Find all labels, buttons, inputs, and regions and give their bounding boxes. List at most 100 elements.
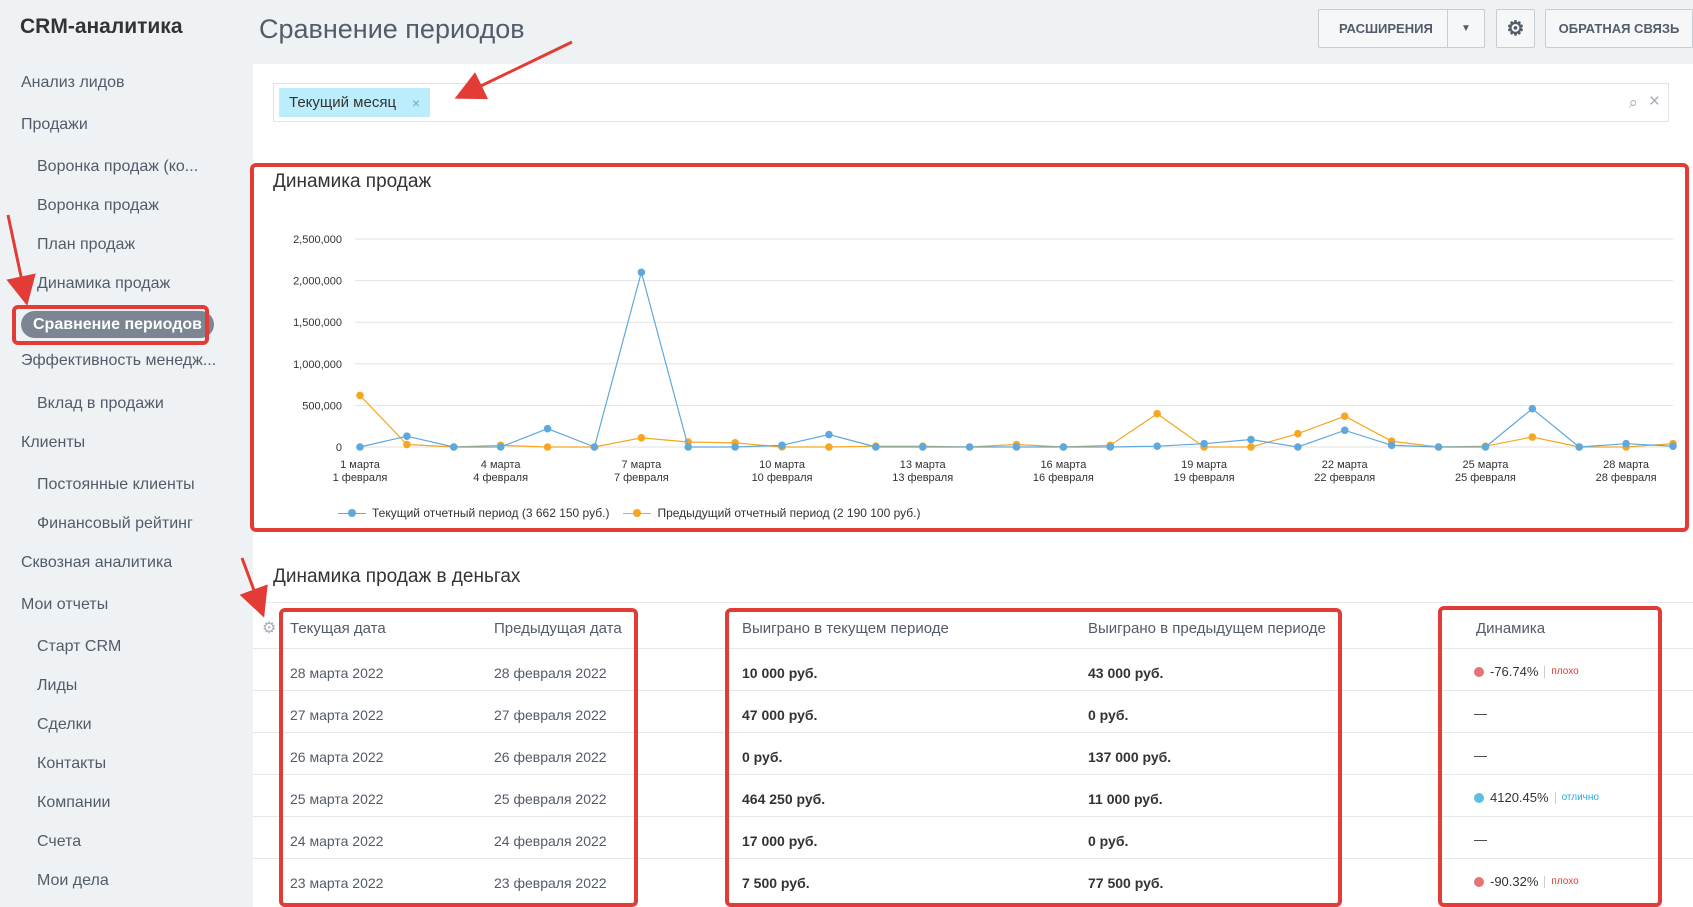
dynamics-value: 4120.45% bbox=[1490, 790, 1549, 805]
x-tick-label-current: 10 марта bbox=[759, 459, 806, 471]
data-point-0 bbox=[1247, 435, 1255, 444]
sidebar-item-4[interactable]: План продаж bbox=[37, 236, 227, 254]
table-settings-gear-icon[interactable]: ⚙ bbox=[262, 618, 276, 638]
data-point-0 bbox=[918, 443, 927, 451]
data-point-0 bbox=[1575, 443, 1584, 451]
y-tick-label: 1,000,000 bbox=[293, 359, 342, 371]
filter-tag[interactable]: Текущий месяц × bbox=[279, 88, 431, 117]
data-point-0 bbox=[778, 441, 786, 450]
x-tick-label-previous: 28 февраля bbox=[1596, 472, 1657, 484]
data-point-0 bbox=[356, 443, 364, 451]
cell-previous-date: 23 февраля 2022 bbox=[494, 875, 607, 891]
close-icon[interactable]: × bbox=[412, 95, 420, 111]
cell-won-previous: 77 500 руб. bbox=[1088, 875, 1164, 891]
x-tick-label-current: 13 марта bbox=[900, 459, 947, 471]
chevron-down-icon[interactable]: ▼ bbox=[1447, 10, 1484, 47]
data-point-0 bbox=[731, 443, 739, 451]
dynamics-value: — bbox=[1474, 706, 1487, 721]
data-point-0 bbox=[637, 268, 646, 277]
app-title: CRM-аналитика bbox=[20, 15, 183, 38]
x-tick-label-previous: 16 февраля bbox=[1033, 472, 1094, 484]
sidebar-item-18[interactable]: Компании bbox=[37, 794, 227, 812]
sidebar-item-16[interactable]: Сделки bbox=[37, 716, 227, 734]
th-dynamics[interactable]: Динамика bbox=[1476, 620, 1545, 637]
cell-current-date: 24 марта 2022 bbox=[290, 833, 384, 849]
sidebar-item-10[interactable]: Постоянные клиенты bbox=[37, 476, 227, 494]
th-won-previous[interactable]: Выиграно в предыдущем периоде bbox=[1088, 620, 1326, 637]
th-won-current[interactable]: Выиграно в текущем периоде bbox=[742, 620, 949, 637]
x-tick-label-current: 19 марта bbox=[1181, 459, 1228, 471]
data-point-0 bbox=[1200, 439, 1208, 448]
table-row-divider bbox=[253, 690, 1693, 691]
sidebar-item-15[interactable]: Лиды bbox=[37, 677, 227, 695]
x-tick-label-previous: 10 февраля bbox=[752, 472, 813, 484]
data-point-1 bbox=[1247, 443, 1255, 451]
sidebar-item-8[interactable]: Вклад в продажи bbox=[37, 395, 227, 413]
x-tick-label-current: 25 марта bbox=[1462, 459, 1509, 471]
x-tick-label-previous: 22 февраля bbox=[1314, 472, 1375, 484]
sidebar-item-1[interactable]: Продажи bbox=[21, 116, 221, 134]
sidebar-item-17[interactable]: Контакты bbox=[37, 755, 227, 773]
sidebar-item-19[interactable]: Счета bbox=[37, 833, 227, 851]
sidebar-item-20[interactable]: Мои дела bbox=[37, 872, 227, 890]
table-row-divider bbox=[253, 858, 1693, 859]
y-tick-label: 0 bbox=[336, 442, 342, 454]
sidebar-item-13[interactable]: Мои отчеты bbox=[21, 596, 221, 614]
dynamics-value: — bbox=[1474, 832, 1487, 847]
cell-previous-date: 26 февраля 2022 bbox=[494, 749, 607, 765]
feedback-button[interactable]: ОБРАТНАЯ СВЯЗЬ bbox=[1545, 9, 1693, 48]
table-row-divider bbox=[253, 648, 1693, 649]
legend-label-current: Текущий отчетный период (3 662 150 руб.) bbox=[372, 506, 610, 520]
x-tick-label-current: 22 марта bbox=[1322, 459, 1369, 471]
cell-dynamics: — bbox=[1474, 832, 1487, 847]
data-point-0 bbox=[1012, 443, 1021, 451]
legend-swatch-current bbox=[338, 507, 366, 519]
data-point-0 bbox=[1153, 442, 1161, 450]
data-point-1 bbox=[637, 434, 646, 442]
chart-legend: Текущий отчетный период (3 662 150 руб.)… bbox=[338, 506, 921, 520]
cell-previous-date: 25 февраля 2022 bbox=[494, 791, 607, 807]
data-point-1 bbox=[1528, 433, 1537, 441]
status-dot bbox=[1474, 792, 1484, 803]
cell-dynamics: 4120.45% отлично bbox=[1474, 790, 1599, 805]
th-current-date[interactable]: Текущая дата bbox=[290, 620, 386, 637]
cell-won-previous: 0 руб. bbox=[1088, 833, 1129, 849]
cell-current-date: 28 марта 2022 bbox=[290, 665, 384, 681]
cell-previous-date: 28 февраля 2022 bbox=[494, 665, 607, 681]
series-line-0 bbox=[359, 269, 1674, 448]
separator bbox=[1544, 665, 1546, 678]
cell-won-current: 0 руб. bbox=[742, 749, 783, 765]
legend-item-current[interactable]: Текущий отчетный период (3 662 150 руб.) bbox=[338, 506, 609, 520]
filter-bar[interactable]: Текущий месяц × ⌕ × bbox=[273, 83, 1669, 122]
data-point-0 bbox=[403, 432, 411, 440]
data-point-1 bbox=[356, 391, 364, 400]
table-row-divider bbox=[253, 816, 1693, 817]
sidebar-item-7[interactable]: Эффективность менедж... bbox=[21, 352, 221, 370]
search-icon[interactable]: ⌕ bbox=[1628, 93, 1638, 113]
sidebar-item-3[interactable]: Воронка продаж bbox=[37, 197, 227, 215]
settings-button[interactable]: ⚙ bbox=[1496, 9, 1535, 48]
th-previous-date[interactable]: Предыдущая дата bbox=[494, 620, 622, 637]
legend-item-previous[interactable]: Предыдущий отчетный период (2 190 100 ру… bbox=[623, 506, 921, 520]
extensions-button[interactable]: РАСШИРЕНИЯ ▼ bbox=[1318, 9, 1485, 48]
sidebar-item-14[interactable]: Старт CRM bbox=[37, 638, 227, 656]
cell-won-current: 7 500 руб. bbox=[742, 875, 810, 891]
sidebar-item-5[interactable]: Динамика продаж bbox=[37, 275, 227, 293]
sidebar-item-11[interactable]: Финансовый рейтинг bbox=[37, 515, 227, 533]
dynamics-value: -76.74% bbox=[1490, 664, 1539, 679]
data-point-0 bbox=[496, 443, 505, 451]
x-tick-label-current: 7 марта bbox=[621, 459, 662, 471]
sidebar-item-6[interactable]: Сравнение периодов bbox=[21, 311, 214, 338]
chart-section-title: Динамика продаж bbox=[273, 171, 432, 192]
sidebar-item-2[interactable]: Воронка продаж (ко... bbox=[37, 158, 227, 176]
clear-icon[interactable]: × bbox=[1649, 91, 1660, 113]
data-point-0 bbox=[449, 443, 458, 451]
sidebar-item-9[interactable]: Клиенты bbox=[21, 434, 221, 452]
sidebar-item-12[interactable]: Сквозная аналитика bbox=[21, 554, 221, 572]
legend-swatch-previous bbox=[623, 507, 652, 519]
x-tick-label-previous: 13 февраля bbox=[892, 472, 953, 484]
series-line-1 bbox=[359, 395, 1674, 448]
sidebar-item-0[interactable]: Анализ лидов bbox=[21, 74, 221, 92]
data-point-0 bbox=[1528, 404, 1537, 413]
cell-won-previous: 0 руб. bbox=[1088, 707, 1129, 723]
